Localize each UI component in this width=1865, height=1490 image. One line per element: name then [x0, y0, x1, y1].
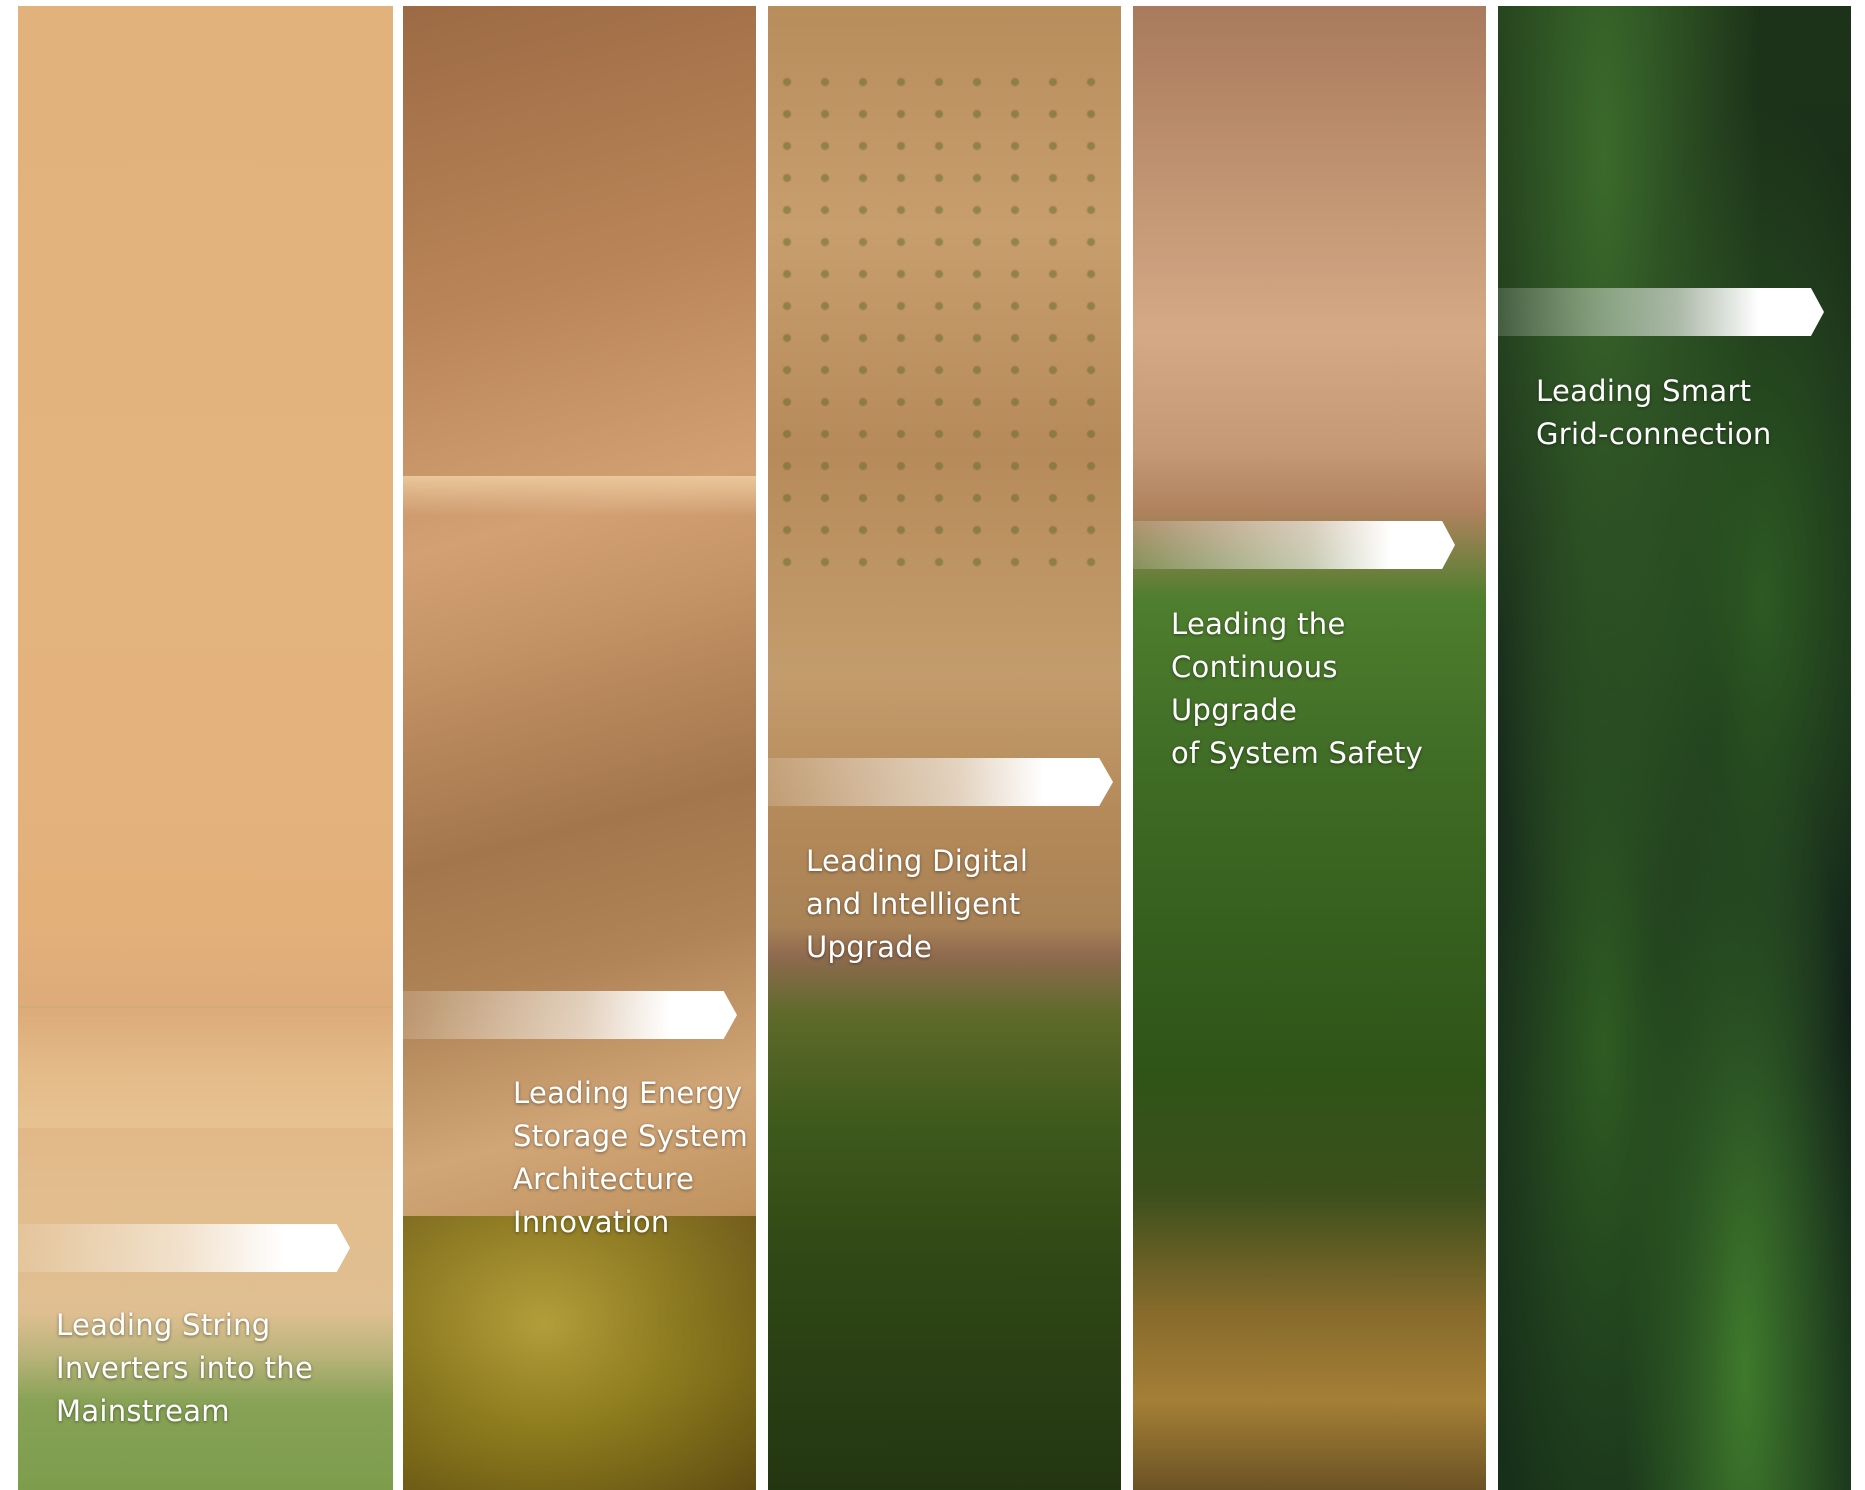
arrow-banner-icon — [18, 1224, 350, 1272]
panel-title: Leading String Inverters into the Mainst… — [56, 1304, 346, 1433]
panel-title-line: Leading the — [1171, 607, 1346, 641]
panel-title-line: and Intelligent — [806, 887, 1021, 921]
panel-title-line: Architecture — [513, 1162, 695, 1196]
panel-title-line: Innovation — [513, 1205, 670, 1239]
panel-gallery: Leading String Inverters into the Mainst… — [0, 0, 1865, 1490]
panel-title-line: Upgrade — [806, 930, 933, 964]
panel-title-line: Continuous Upgrade — [1171, 650, 1338, 727]
arrow-banner-icon — [768, 758, 1113, 806]
panel-digital-intelligent[interactable]: Leading Digital and Intelligent Upgrade — [768, 6, 1121, 1490]
dune-layer — [18, 1006, 393, 1128]
panel-string-inverters[interactable]: Leading String Inverters into the Mainst… — [18, 6, 393, 1490]
arrow-banner-icon — [1498, 288, 1824, 336]
arrow-banner-icon — [1133, 521, 1455, 569]
panel-title: Leading Energy Storage System Architectu… — [513, 1072, 756, 1244]
shrub-dots — [768, 66, 1121, 586]
panel-title-line: Mainstream — [56, 1394, 230, 1428]
panel-title-line: of System Safety — [1171, 736, 1424, 770]
panel-title-line: Leading String — [56, 1308, 271, 1342]
panel-title-line: Grid-connection — [1536, 417, 1772, 451]
forest-canopy-image — [1498, 6, 1851, 1490]
panel-system-safety[interactable]: Leading the Continuous Upgrade of System… — [1133, 6, 1486, 1490]
shrub-layer — [403, 1216, 756, 1490]
panel-title: Leading the Continuous Upgrade of System… — [1171, 603, 1471, 775]
panel-energy-storage[interactable]: Leading Energy Storage System Architectu… — [403, 6, 756, 1490]
panel-smart-grid[interactable]: Leading Smart Grid-connection — [1498, 6, 1851, 1490]
dune-ridge — [403, 476, 756, 516]
panel-title-line: Leading Energy — [513, 1076, 743, 1110]
panel-title-line: Leading Smart — [1536, 374, 1752, 408]
panel-title-line: Inverters into the — [56, 1351, 314, 1385]
panel-title-line: Leading Digital — [806, 844, 1029, 878]
panel-title: Leading Digital and Intelligent Upgrade — [806, 840, 1096, 969]
panel-title-line: Storage System — [513, 1119, 749, 1153]
panel-title: Leading Smart Grid-connection — [1536, 370, 1826, 456]
arrow-banner-icon — [403, 991, 737, 1039]
